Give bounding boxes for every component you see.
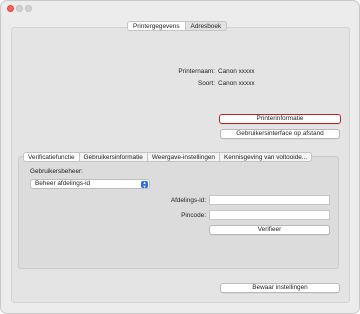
sub-tab-bar: Verificatiefunctie Gebruikersinformatie … bbox=[23, 152, 313, 162]
maximize-window-icon[interactable] bbox=[25, 5, 32, 12]
title-bar bbox=[1, 1, 359, 18]
pin-code-label: Pincode: bbox=[181, 212, 206, 219]
department-id-label: Afdelings-id: bbox=[170, 197, 206, 204]
tab-display-settings[interactable]: Weergave-instellingen bbox=[146, 152, 219, 162]
printer-name-row: Printernaam: Canon xxxxx bbox=[141, 68, 255, 75]
minimize-window-icon[interactable] bbox=[16, 5, 23, 12]
top-tab-bar: Printergegevens Adresboek bbox=[127, 21, 228, 31]
tab-address-book[interactable]: Adresboek bbox=[184, 21, 228, 31]
verify-button[interactable]: Verifieer bbox=[209, 225, 330, 235]
department-id-input[interactable] bbox=[209, 195, 330, 205]
printer-name-value: Canon xxxxx bbox=[218, 68, 255, 75]
printer-type-value: Canon xxxxx bbox=[218, 80, 255, 87]
user-management-selected: Beheer afdelings-id bbox=[35, 180, 91, 187]
user-management-select[interactable]: Beheer afdelings-id ▲ ▼ bbox=[30, 179, 150, 189]
tab-user-info[interactable]: Gebruikersinformatie bbox=[78, 152, 147, 162]
printer-settings-window: Printergegevens Adresboek Printernaam: C… bbox=[0, 0, 360, 314]
tab-printer-data[interactable]: Printergegevens bbox=[127, 21, 185, 31]
chevron-updown-icon: ▲ ▼ bbox=[141, 180, 148, 189]
pin-code-input[interactable] bbox=[209, 210, 330, 220]
save-settings-button[interactable]: Bewaar instellingen bbox=[220, 283, 340, 293]
tab-verification[interactable]: Verificatiefunctie bbox=[23, 152, 79, 162]
close-window-icon[interactable] bbox=[7, 5, 14, 12]
printer-type-label: Soort: bbox=[197, 80, 215, 87]
user-management-label: Gebruikersbeheer: bbox=[30, 168, 83, 175]
printer-type-row: Soort: Canon xxxxx bbox=[141, 80, 255, 87]
printer-info-button[interactable]: Printerinformatie bbox=[219, 114, 341, 124]
remote-ui-button[interactable]: Gebruikersinterface op afstand bbox=[220, 129, 340, 139]
printer-name-label: Printernaam: bbox=[178, 68, 215, 75]
tab-completion-notice[interactable]: Kennisgeving van voltooide... bbox=[219, 152, 313, 162]
